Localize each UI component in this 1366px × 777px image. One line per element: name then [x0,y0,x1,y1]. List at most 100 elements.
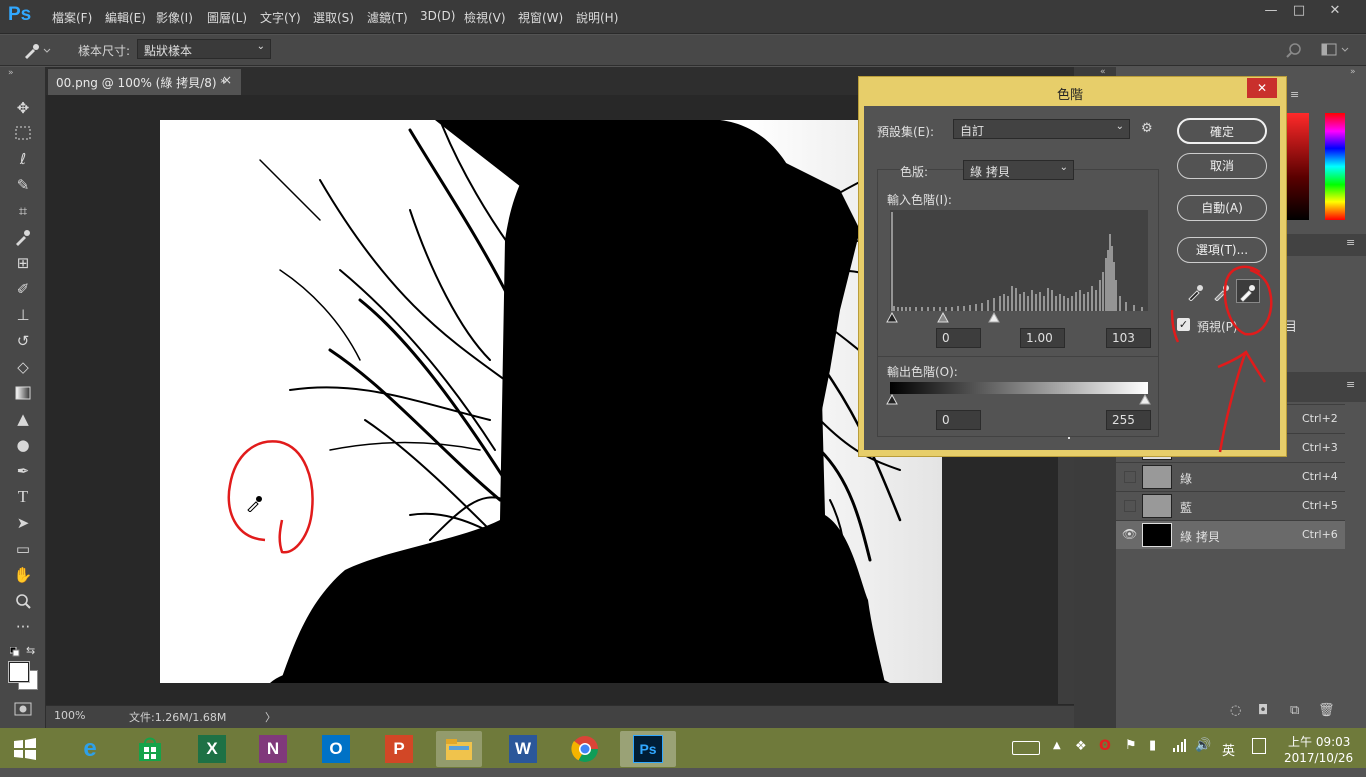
menu-file[interactable]: 檔案(F) [52,9,92,26]
internet-explorer-icon[interactable]: e [67,731,113,767]
dialog-close-button[interactable]: ✕ [1247,78,1277,98]
ok-button[interactable]: 確定 [1177,118,1267,144]
eyedropper-tool-preset-icon[interactable] [22,41,52,59]
visibility-toggle[interactable] [1124,471,1136,483]
path-selection-tool-icon[interactable]: ➤ [10,512,36,534]
input-gamma-field[interactable]: 1.00 [1020,328,1065,348]
input-sliders[interactable] [886,311,1156,324]
dropbox-icon[interactable]: ❖ [1075,739,1087,754]
color-picker-field[interactable] [1287,113,1309,220]
channel-row[interactable]: 藍 Ctrl+5 [1116,491,1345,520]
output-sliders[interactable] [886,393,1156,406]
eyedropper-tool-icon[interactable] [10,226,36,248]
marquee-tool-icon[interactable] [10,122,36,144]
menu-3d[interactable]: 3D(D) [420,9,455,23]
output-white-field[interactable]: 255 [1106,410,1151,430]
blur-tool-icon[interactable]: ▲ [10,408,36,430]
menu-window[interactable]: 視窗(W) [518,9,563,26]
menu-view[interactable]: 檢視(V) [464,9,506,26]
eye-icon[interactable]: 👁 [1122,527,1137,541]
output-black-field[interactable]: 0 [936,410,981,430]
panel-collapse-icon[interactable]: » [1350,67,1356,77]
preset-select[interactable]: 自訂 ⌄ [953,119,1130,139]
crop-tool-icon[interactable]: ⌗ [10,200,36,222]
input-white-field[interactable]: 103 [1106,328,1151,348]
menu-layer[interactable]: 圖層(L) [207,9,247,26]
preset-options-gear-icon[interactable]: ⚙ [1141,121,1153,136]
visibility-toggle[interactable] [1124,500,1136,512]
foreground-color-swatch[interactable] [9,662,29,682]
channel-select[interactable]: 綠 拷貝 ⌄ [963,160,1074,180]
photoshop-taskbar-icon[interactable]: Ps [620,731,676,767]
channel-row[interactable]: 綠 Ctrl+4 [1116,462,1345,491]
rectangle-tool-icon[interactable]: ▭ [10,538,36,560]
zoom-tool-icon[interactable] [10,590,36,612]
zoom-level[interactable]: 100% [54,709,85,722]
window-close-button[interactable]: ✕ [1322,2,1348,20]
menu-image[interactable]: 影像(I) [156,9,193,26]
excel-icon[interactable]: X [189,731,235,767]
move-tool-icon[interactable]: ✥ [10,97,36,119]
search-icon[interactable] [1284,40,1306,60]
quick-mask-icon[interactable] [14,702,32,716]
file-explorer-icon[interactable] [436,731,482,767]
more-tools-icon[interactable]: ··· [10,616,36,638]
default-colors-icon[interactable] [9,646,20,657]
trash-icon[interactable]: 🗑 [1318,703,1335,718]
powerpoint-icon[interactable]: P [376,731,422,767]
eraser-tool-icon[interactable]: ◇ [10,356,36,378]
restore-button[interactable]: □ [1286,2,1312,20]
chrome-icon[interactable] [562,731,608,767]
menu-select[interactable]: 選取(S) [313,9,354,26]
input-black-field[interactable]: 0 [936,328,981,348]
sample-size-select[interactable]: 點狀樣本 ⌄ [137,39,271,59]
close-icon[interactable]: × [222,73,232,87]
clock-time[interactable]: 上午 09:03 [1288,733,1350,750]
options-button[interactable]: 選項(T)... [1177,237,1267,263]
swap-colors-icon[interactable]: ⇆ [26,644,35,657]
channel-row-selected[interactable]: 👁 綠 拷貝 Ctrl+6 [1116,520,1345,549]
menu-edit[interactable]: 編輯(E) [105,9,146,26]
menu-help[interactable]: 說明(H) [576,9,618,26]
auto-button[interactable]: 自動(A) [1177,195,1267,221]
cancel-button[interactable]: 取消 [1177,153,1267,179]
status-menu-arrow-icon[interactable]: 〉 [265,709,276,725]
healing-brush-tool-icon[interactable]: ⊞ [10,252,36,274]
tray-expand-icon[interactable]: ▲ [1053,740,1061,751]
windows-start-icon[interactable] [10,735,40,763]
document-tab[interactable]: 00.png @ 100% (綠 拷貝/8) * × [48,69,241,95]
notifications-icon[interactable] [1252,738,1266,754]
dodge-tool-icon[interactable]: ● [10,434,36,456]
input-language[interactable]: 英 [1222,740,1235,759]
pen-tool-icon[interactable]: ✒ [10,460,36,482]
hand-tool-icon[interactable]: ✋ [10,564,36,586]
image-canvas[interactable] [160,120,942,683]
wifi-signal-icon[interactable] [1172,738,1186,752]
brush-tool-icon[interactable]: ✐ [10,278,36,300]
panel-menu-icon[interactable]: ≡ [1290,88,1299,101]
type-tool-icon[interactable]: T [10,486,36,508]
action-center-flag-icon[interactable]: ⚑ [1125,738,1137,753]
lasso-tool-icon[interactable]: ℓ [10,148,36,170]
load-selection-icon[interactable]: ◌ [1230,703,1241,718]
save-selection-icon[interactable]: ◘ [1258,703,1268,718]
history-brush-tool-icon[interactable]: ↺ [10,330,36,352]
hue-slider[interactable] [1325,113,1345,220]
word-icon[interactable]: W [500,731,546,767]
workspace-icon[interactable] [1320,41,1352,59]
new-channel-icon[interactable]: ⧉ [1290,703,1299,718]
power-icon[interactable]: ▮ [1149,738,1156,753]
quick-selection-tool-icon[interactable]: ✎ [10,174,36,196]
keyboard-icon[interactable] [1012,741,1040,755]
store-icon[interactable] [127,731,173,767]
menu-type[interactable]: 文字(Y) [260,9,301,26]
antivirus-icon[interactable]: ʘ [1099,738,1111,754]
clone-stamp-tool-icon[interactable]: ⊥ [10,304,36,326]
onenote-icon[interactable]: N [250,731,296,767]
panel-menu-icon-2[interactable]: ≡ [1346,236,1355,249]
clock-date[interactable]: 2017/10/26 [1284,751,1353,765]
outlook-icon[interactable]: O [313,731,359,767]
minimize-button[interactable]: — [1258,2,1284,20]
channels-menu-icon[interactable]: ≡ [1346,378,1355,391]
menu-filter[interactable]: 濾鏡(T) [367,9,408,26]
